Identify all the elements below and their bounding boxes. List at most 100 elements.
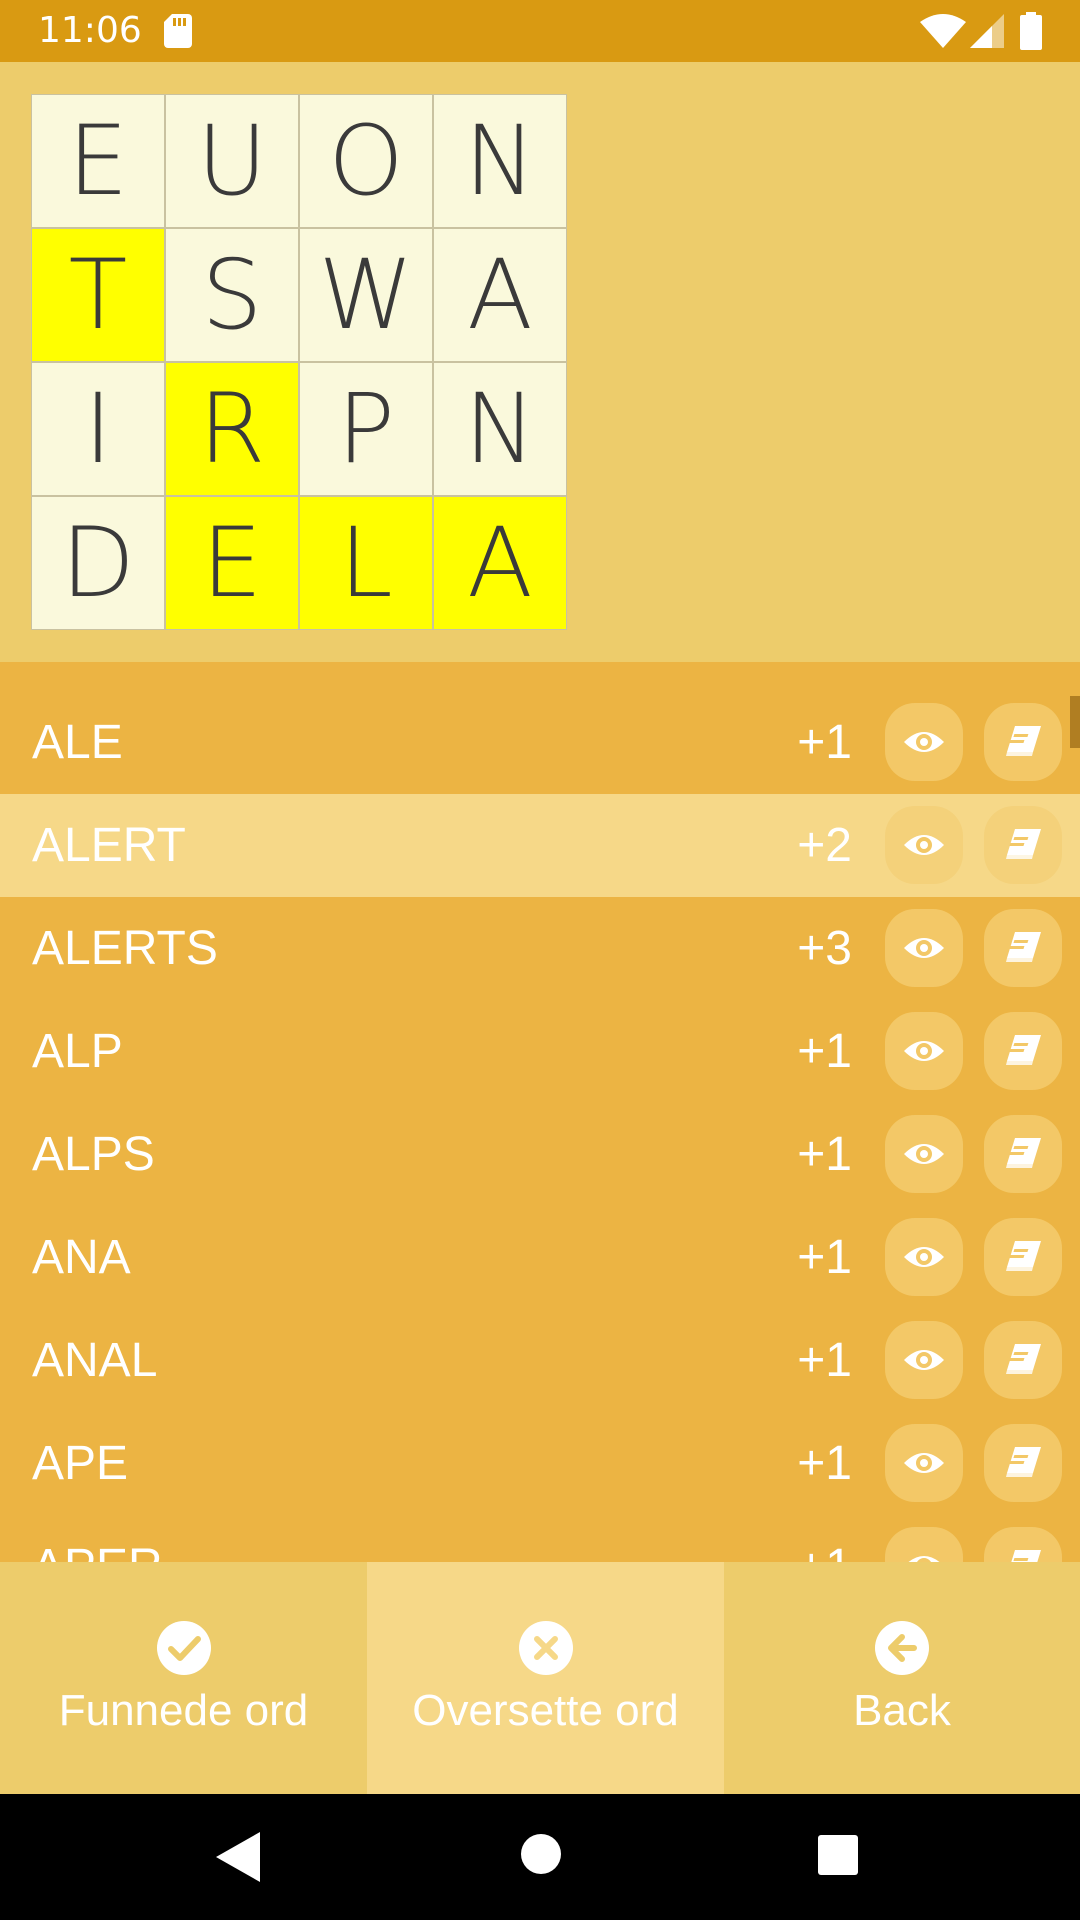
word-text: ALERTS: [32, 922, 218, 975]
arrow-left-circle-icon: [875, 1621, 929, 1675]
word-text: ALE: [32, 716, 123, 769]
grid-cell[interactable]: T: [31, 228, 165, 362]
nav-label-back: Back: [853, 1686, 951, 1735]
check-circle-icon: [156, 1621, 211, 1675]
word-points: +3: [797, 922, 852, 975]
eye-icon: [904, 1350, 944, 1370]
grid-cell[interactable]: O: [299, 94, 433, 228]
dictionary-button[interactable]: [984, 1527, 1062, 1562]
nav-translate-words[interactable]: Oversette ord: [367, 1562, 724, 1794]
book-icon: [1006, 1447, 1041, 1477]
grid-cell[interactable]: N: [433, 362, 567, 496]
view-word-button[interactable]: [885, 909, 963, 987]
dictionary-button[interactable]: [984, 806, 1062, 884]
grid-cell[interactable]: A: [433, 496, 567, 630]
view-word-button[interactable]: [885, 806, 963, 884]
word-text: APER: [32, 1515, 163, 1562]
word-row[interactable]: ALERTS +3: [0, 897, 1080, 1000]
grid-cell[interactable]: U: [165, 94, 299, 228]
system-home-icon[interactable]: [521, 1834, 561, 1874]
word-points: +1: [797, 716, 852, 769]
view-word-button[interactable]: [885, 1218, 963, 1296]
book-icon: [1006, 1241, 1041, 1271]
book-icon: [1006, 932, 1041, 962]
word-row[interactable]: ANAL +1: [0, 1309, 1080, 1412]
eye-icon: [904, 938, 944, 958]
grid-cell[interactable]: W: [299, 228, 433, 362]
book-icon: [1006, 829, 1041, 859]
view-word-button[interactable]: [885, 1115, 963, 1193]
status-time: 11:06: [38, 10, 142, 51]
eye-icon: [904, 1041, 944, 1061]
eye-icon: [904, 1453, 944, 1473]
dictionary-button[interactable]: [984, 1218, 1062, 1296]
grid-cell[interactable]: N: [433, 94, 567, 228]
word-row[interactable]: ALP +1: [0, 1000, 1080, 1103]
eye-icon: [904, 1144, 944, 1164]
grid-cell[interactable]: E: [165, 496, 299, 630]
view-word-button[interactable]: [885, 1424, 963, 1502]
word-list[interactable]: ALE +1 ALERT +2 ALERTS +3 ALP +1 ALPS +1 ANA +1 ANAL…: [0, 662, 1080, 1562]
dictionary-button[interactable]: [984, 703, 1062, 781]
eye-icon: [904, 1247, 944, 1267]
battery-icon: [1020, 12, 1042, 50]
word-points: +1: [797, 1231, 852, 1284]
grid-cell[interactable]: S: [165, 228, 299, 362]
word-points: +1: [797, 1437, 852, 1490]
book-icon: [1011, 1550, 1041, 1562]
grid-cell[interactable]: E: [31, 94, 165, 228]
word-text: APE: [32, 1437, 129, 1490]
system-navigation-bar: [0, 1794, 1080, 1920]
dictionary-button[interactable]: [984, 1424, 1062, 1502]
book-icon: [1006, 726, 1041, 756]
word-points: +1: [797, 1025, 852, 1078]
word-row[interactable]: APER +1: [0, 1515, 1080, 1562]
nav-label-translate-words: Oversette ord: [412, 1686, 679, 1735]
view-word-button[interactable]: [885, 1321, 963, 1399]
word-text: ANAL: [32, 1334, 158, 1387]
view-word-button[interactable]: [885, 703, 963, 781]
board-area: EUONTSWAIRPNDELA: [0, 62, 1080, 662]
word-points: +1: [797, 1515, 852, 1562]
word-row[interactable]: APE +1: [0, 1412, 1080, 1515]
close-circle-icon: [518, 1621, 573, 1675]
scrollbar-thumb[interactable]: [1070, 696, 1080, 748]
sd-card-icon: [164, 14, 192, 48]
view-word-button[interactable]: [885, 1527, 963, 1562]
grid-cell[interactable]: R: [165, 362, 299, 496]
nav-found-words[interactable]: Funnede ord: [0, 1562, 367, 1794]
eye-icon: [904, 732, 944, 752]
wifi-icon: [920, 14, 966, 48]
grid-cell[interactable]: A: [433, 228, 567, 362]
word-text: ALP: [32, 1025, 123, 1078]
dictionary-button[interactable]: [984, 1115, 1062, 1193]
book-icon: [1006, 1035, 1041, 1065]
grid-cell[interactable]: D: [31, 496, 165, 630]
word-row[interactable]: ALE +1: [0, 691, 1080, 794]
word-text: ALPS: [32, 1128, 155, 1181]
grid-cell[interactable]: L: [299, 496, 433, 630]
grid-cell[interactable]: I: [31, 362, 165, 496]
dictionary-button[interactable]: [984, 1012, 1062, 1090]
dictionary-button[interactable]: [984, 909, 1062, 987]
word-text: ALERT: [32, 819, 186, 872]
system-recents-icon[interactable]: [818, 1835, 858, 1875]
bottom-nav: Funnede ord Oversette ord Back: [0, 1562, 1080, 1794]
nav-label-found-words: Funnede ord: [58, 1686, 309, 1735]
view-word-button[interactable]: [885, 1012, 963, 1090]
nav-back[interactable]: Back: [724, 1562, 1080, 1794]
system-back-icon[interactable]: [216, 1832, 260, 1882]
dictionary-button[interactable]: [984, 1321, 1062, 1399]
book-icon: [1006, 1344, 1041, 1374]
eye-icon: [904, 835, 944, 855]
word-row[interactable]: ALERT +2: [0, 794, 1080, 897]
word-row[interactable]: ANA +1: [0, 1206, 1080, 1309]
word-text: ANA: [32, 1231, 131, 1284]
word-points: +2: [797, 819, 852, 872]
status-bar: 11:06: [0, 0, 1080, 62]
word-row[interactable]: ALPS +1: [0, 1103, 1080, 1206]
grid-cell[interactable]: P: [299, 362, 433, 496]
eye-icon: [908, 1556, 940, 1562]
book-icon: [1006, 1138, 1041, 1168]
letter-grid: EUONTSWAIRPNDELA: [31, 94, 569, 632]
